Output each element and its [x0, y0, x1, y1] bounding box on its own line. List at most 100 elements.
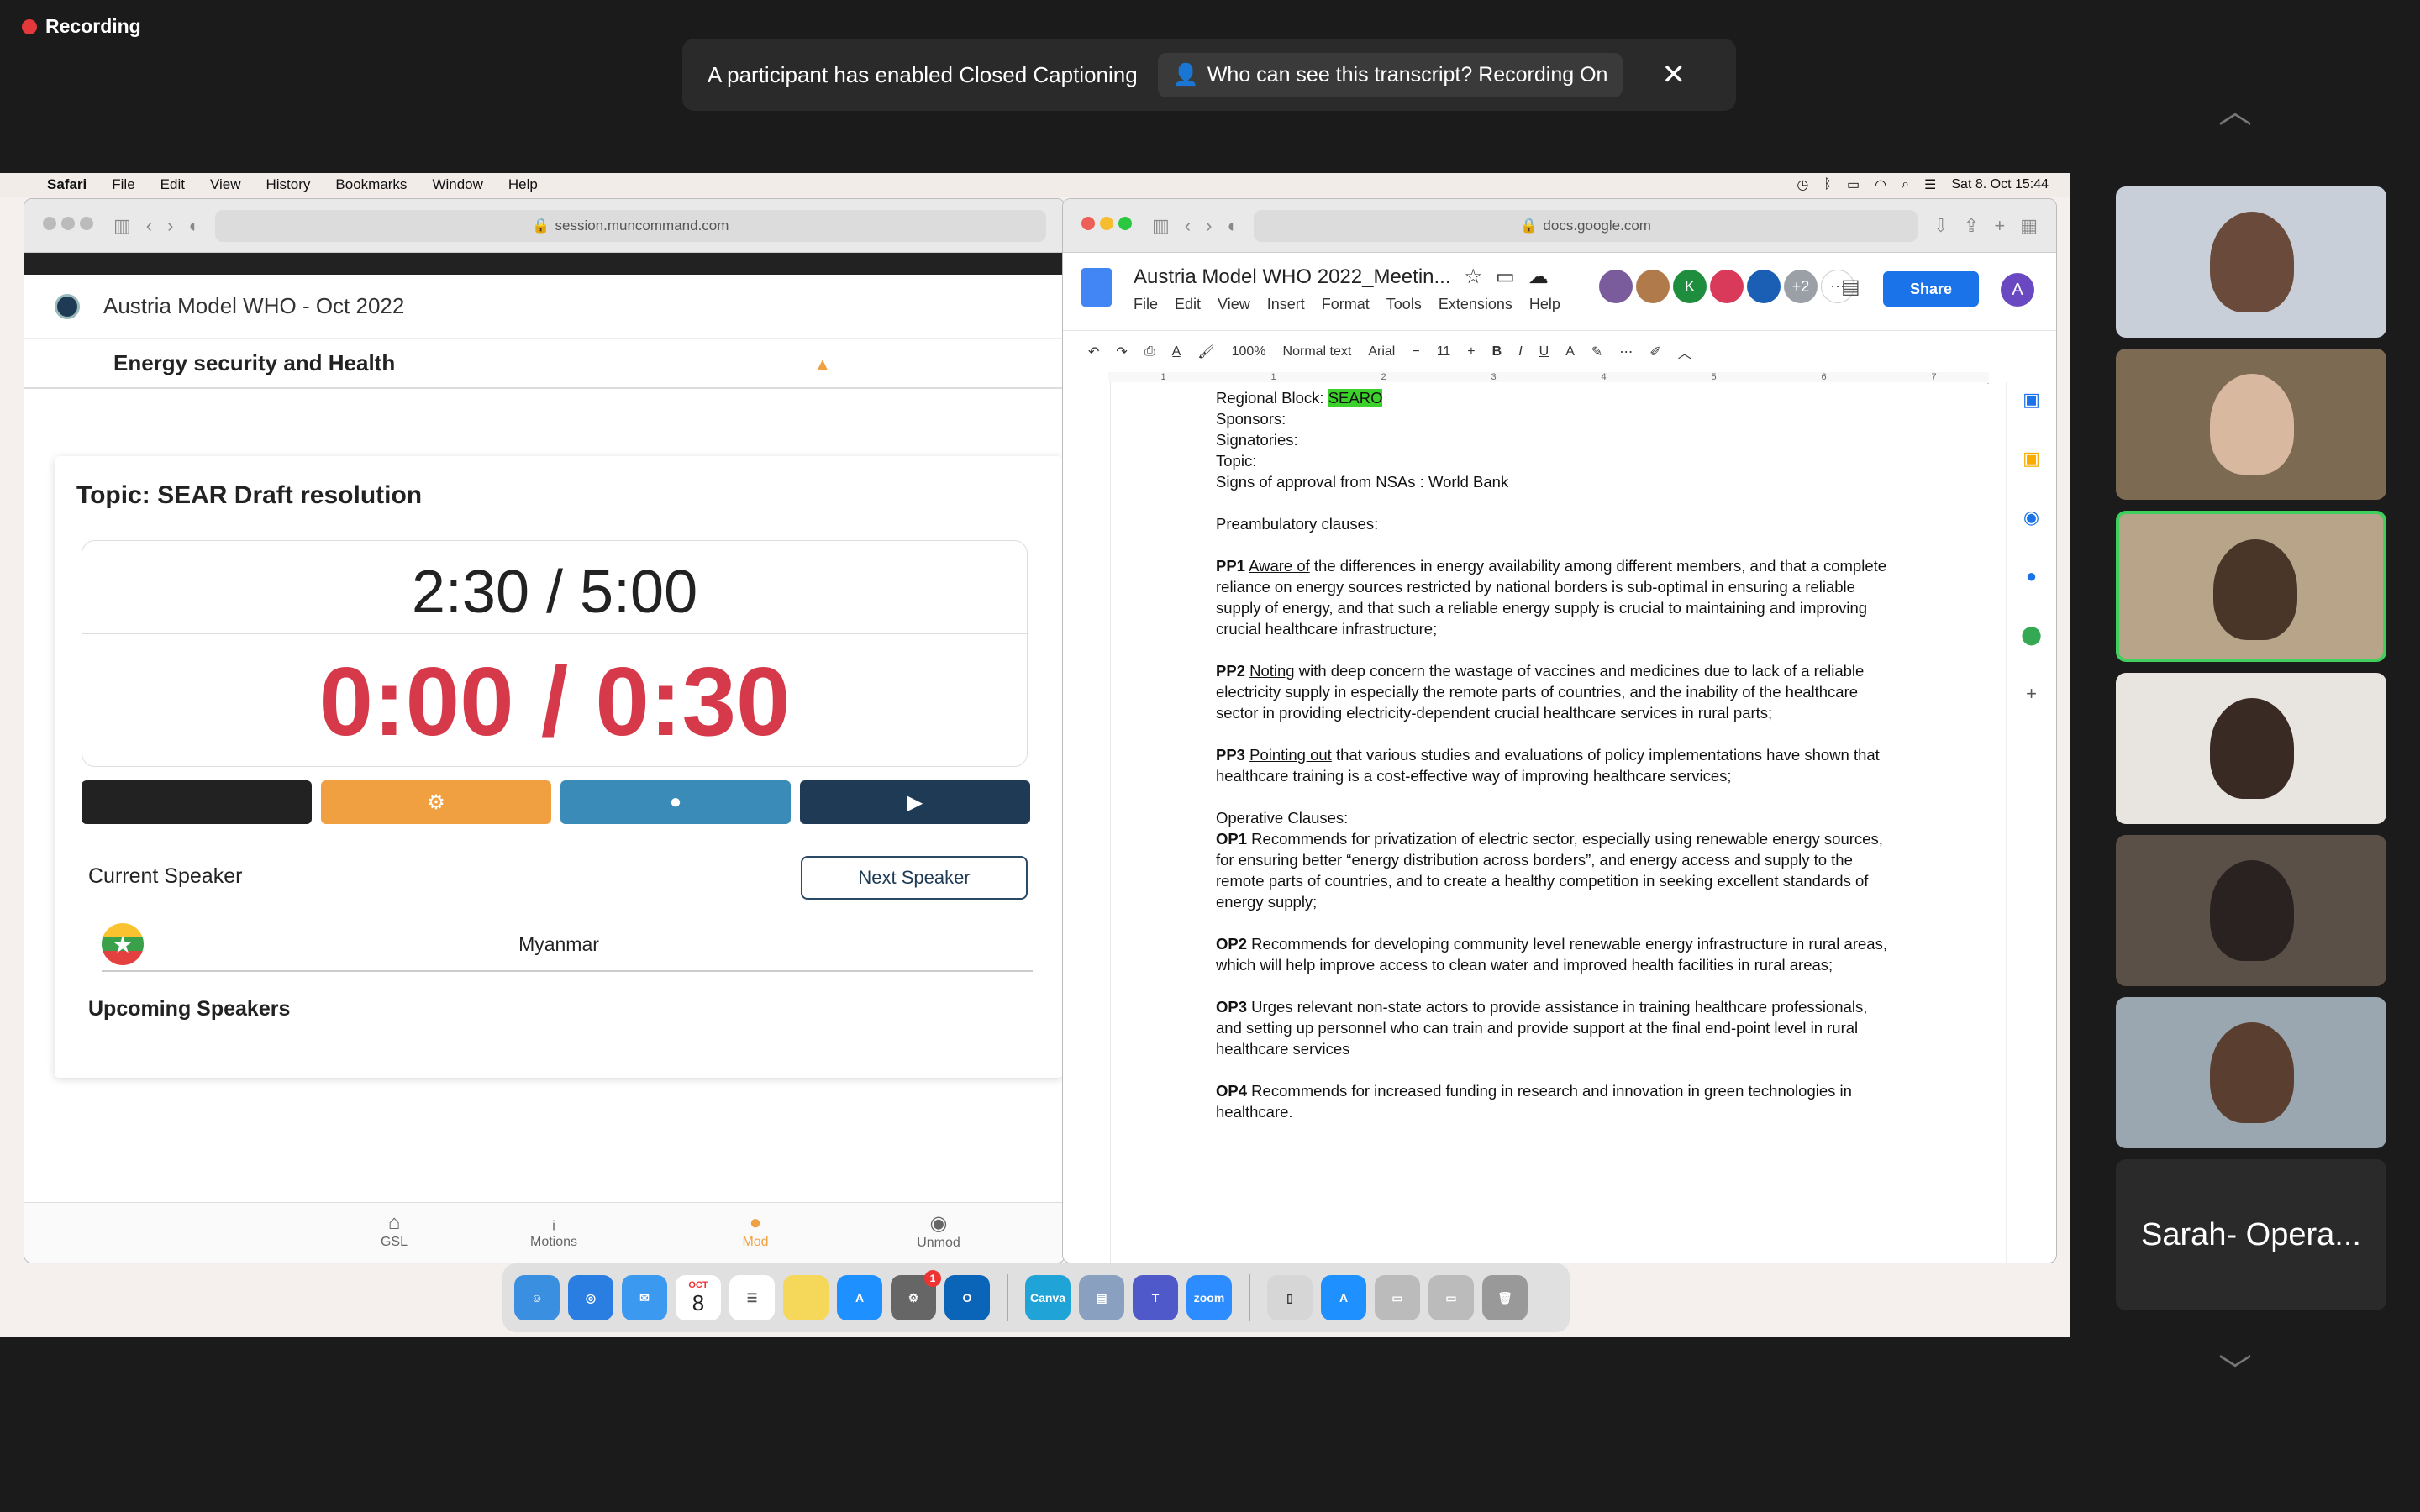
participant-video[interactable]	[2116, 186, 2386, 338]
sidebar-icon[interactable]: ▥	[113, 215, 131, 237]
spellcheck-icon[interactable]: A̲	[1172, 344, 1181, 360]
menubar-item-help[interactable]: Help	[508, 176, 538, 193]
menubar-item-edit[interactable]: Edit	[160, 176, 185, 193]
tasks-icon[interactable]: ◉	[2023, 507, 2039, 528]
font-size-input[interactable]: 11	[1437, 344, 1451, 360]
system-preferences-icon[interactable]: ⚙ 1	[891, 1270, 941, 1320]
docs-menu-format[interactable]: Format	[1322, 296, 1370, 313]
account-avatar[interactable]: A	[2001, 273, 2034, 307]
transcript-visibility-button[interactable]: 👤 Who can see this transcript? Recording…	[1157, 52, 1623, 97]
spotlight-icon[interactable]: ⌕	[1902, 177, 1909, 192]
tab-motions[interactable]: ᵢ Motions	[503, 1211, 604, 1250]
address-bar[interactable]: 🔒 docs.google.com	[1253, 209, 1918, 242]
sidebar-icon[interactable]: ▥	[1152, 215, 1170, 237]
calendar-icon[interactable]: OCT 8	[676, 1275, 721, 1320]
document-thumbnail-icon[interactable]: ▯	[1267, 1275, 1313, 1320]
window-controls[interactable]	[1081, 217, 1137, 234]
participant-video[interactable]	[2116, 835, 2386, 986]
docs-menu-tools[interactable]: Tools	[1386, 296, 1422, 313]
star-icon[interactable]: ☆	[1465, 265, 1483, 289]
redo-icon[interactable]: ↷	[1116, 344, 1127, 360]
notes-icon[interactable]	[783, 1275, 829, 1320]
menubar-item-window[interactable]: Window	[432, 176, 482, 193]
close-icon[interactable]: ✕	[1661, 58, 1686, 92]
reset-button[interactable]: ●	[560, 780, 791, 824]
chevron-up-icon[interactable]: ︿	[2218, 84, 2252, 133]
maps-icon[interactable]: ⬤	[2021, 624, 2042, 646]
avatar[interactable]	[1599, 270, 1633, 303]
participant-video[interactable]	[2116, 349, 2386, 500]
tab-mod[interactable]: ● Mod	[705, 1211, 806, 1250]
style-select[interactable]: Normal text	[1283, 344, 1352, 360]
folder-icon[interactable]: ▭	[1496, 265, 1515, 289]
document-canvas[interactable]: Regional Block: SEARO Sponsors: Signator…	[1063, 382, 1987, 1263]
avatar[interactable]	[1710, 270, 1744, 303]
bluetooth-icon[interactable]: ᛒ	[1823, 177, 1832, 192]
docs-menu-view[interactable]: View	[1218, 296, 1250, 313]
docs-menu-help[interactable]: Help	[1529, 296, 1560, 313]
finder-icon[interactable]: ☺	[514, 1275, 560, 1320]
back-icon[interactable]: ‹	[1185, 215, 1191, 237]
screenshots-folder-icon[interactable]: ▭	[1375, 1275, 1420, 1320]
forward-icon[interactable]: ›	[1206, 215, 1212, 237]
calendar-icon[interactable]: ▣	[2023, 389, 2040, 411]
wifi-icon[interactable]: ◠	[1875, 176, 1886, 193]
forward-icon[interactable]: ›	[167, 215, 173, 237]
zoom-select[interactable]: 100%	[1232, 344, 1266, 360]
tab-gsl[interactable]: ⌂ GSL	[344, 1211, 445, 1250]
collapse-icon[interactable]: ︿	[1678, 342, 1691, 362]
doc-title[interactable]: Austria Model WHO 2022_Meetin...	[1134, 265, 1451, 289]
keep-icon[interactable]: ▣	[2023, 448, 2040, 470]
underline-icon[interactable]: U	[1539, 344, 1549, 360]
menubar-item-file[interactable]: File	[112, 176, 134, 193]
menubar-item-bookmarks[interactable]: Bookmarks	[335, 176, 407, 193]
share-sheet-icon[interactable]: ⇪	[1964, 215, 1979, 237]
topic-dropdown[interactable]: Energy security and Health ▲	[24, 339, 1065, 389]
next-speaker-button[interactable]: Next Speaker	[801, 856, 1028, 900]
shield-icon[interactable]: ◐	[1227, 215, 1238, 237]
preview-icon[interactable]: ▤	[1079, 1275, 1124, 1320]
docs-menu-insert[interactable]: Insert	[1267, 296, 1305, 313]
participant-video[interactable]	[2116, 673, 2386, 824]
app-store-folder-icon[interactable]: A	[1321, 1275, 1366, 1320]
outlook-icon[interactable]: O	[944, 1275, 990, 1320]
stop-button[interactable]	[82, 780, 312, 824]
contacts-icon[interactable]: ●	[2026, 565, 2037, 587]
participant-video[interactable]	[2116, 997, 2386, 1148]
settings-button[interactable]: ⚙	[321, 780, 551, 824]
docs-menu-extensions[interactable]: Extensions	[1439, 296, 1512, 313]
undo-icon[interactable]: ↶	[1088, 344, 1099, 360]
font-size-increase[interactable]: +	[1467, 344, 1475, 360]
chevron-down-icon[interactable]: ﹀	[2218, 1344, 2252, 1393]
text-color-icon[interactable]: A	[1565, 344, 1575, 360]
app-store-icon[interactable]: A	[837, 1275, 882, 1320]
download-icon[interactable]: ⇩	[1933, 215, 1948, 237]
safari-icon[interactable]: ◎	[568, 1275, 613, 1320]
cloud-icon[interactable]: ☁	[1528, 265, 1549, 289]
avatar[interactable]: K	[1673, 270, 1707, 303]
share-button[interactable]: Share	[1883, 271, 1979, 307]
back-icon[interactable]: ‹	[146, 215, 152, 237]
new-tab-icon[interactable]: +	[1994, 215, 2005, 237]
font-size-decrease[interactable]: −	[1412, 344, 1419, 360]
more-avatars-badge[interactable]: +2	[1784, 270, 1818, 303]
time-machine-icon[interactable]: ◷	[1797, 176, 1808, 193]
avatar[interactable]	[1636, 270, 1670, 303]
paint-format-icon[interactable]: 🖌	[1197, 344, 1214, 360]
control-center-icon[interactable]: ☰	[1924, 176, 1936, 193]
docs-menu-edit[interactable]: Edit	[1175, 296, 1201, 313]
font-select[interactable]: Arial	[1368, 344, 1395, 360]
editing-mode-icon[interactable]: ✐	[1649, 344, 1660, 360]
downloads-folder-icon[interactable]: ▭	[1428, 1275, 1474, 1320]
address-bar[interactable]: 🔒 session.muncommand.com	[214, 209, 1046, 242]
document-body[interactable]: Regional Block: SEARO Sponsors: Signator…	[1216, 387, 1888, 1143]
tab-overview-icon[interactable]: ▦	[2020, 215, 2038, 237]
participant-video-active-speaker[interactable]	[2116, 511, 2386, 662]
docs-logo-icon[interactable]	[1081, 268, 1112, 307]
battery-icon[interactable]: ▭	[1847, 176, 1860, 193]
play-button[interactable]: ▶	[800, 780, 1030, 824]
menubar-item-history[interactable]: History	[266, 176, 311, 193]
tab-unmod[interactable]: ◉ Unmod	[888, 1211, 989, 1251]
menubar-app-name[interactable]: Safari	[47, 176, 87, 193]
comments-icon[interactable]: ▤	[1841, 275, 1860, 299]
